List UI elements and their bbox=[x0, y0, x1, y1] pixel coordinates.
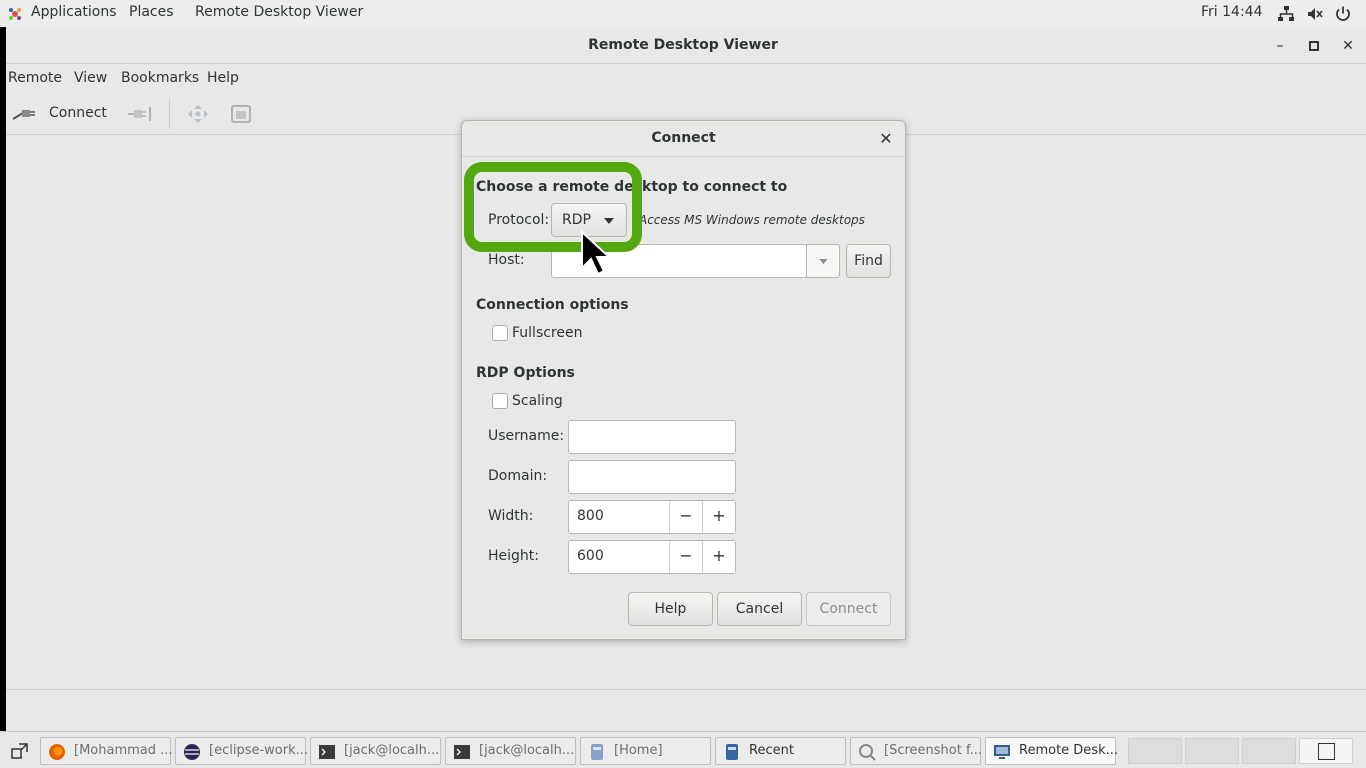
task-terminal-1[interactable]: [jack@localh... bbox=[310, 737, 441, 765]
width-spin[interactable]: 800 − + bbox=[568, 500, 736, 534]
highlight-box bbox=[464, 162, 642, 252]
mouse-cursor-icon bbox=[581, 230, 612, 276]
menu-bar: Remote View Bookmarks Help bbox=[6, 65, 1366, 93]
screenshot-icon bbox=[859, 744, 876, 761]
host-label: Host: bbox=[488, 252, 525, 268]
task-remote-desktop[interactable]: Remote Desk... bbox=[985, 737, 1118, 765]
protocol-description: Access MS Windows remote desktops bbox=[639, 213, 865, 227]
task-label: [Mohammad ... bbox=[74, 743, 173, 758]
fullscreen-label[interactable]: Fullscreen bbox=[512, 325, 582, 341]
dialog-header[interactable]: Connect ✕ bbox=[462, 121, 905, 157]
remote-desktop-icon bbox=[994, 745, 1010, 759]
terminal-icon bbox=[454, 745, 470, 759]
taskbar: [Mohammad ... [eclipse-work... [jack@loc… bbox=[0, 731, 1366, 768]
height-spin[interactable]: 600 − + bbox=[568, 540, 736, 574]
rdp-options-heading: RDP Options bbox=[476, 365, 575, 381]
applications-menu[interactable]: Applications bbox=[31, 4, 117, 20]
scaling-checkbox[interactable] bbox=[492, 393, 508, 409]
volume-muted-icon[interactable] bbox=[1306, 5, 1324, 23]
window-title: Remote Desktop Viewer bbox=[588, 37, 778, 53]
task-label: Recent bbox=[749, 743, 794, 758]
menu-help[interactable]: Help bbox=[207, 70, 239, 86]
close-icon[interactable]: ✕ bbox=[1338, 36, 1358, 56]
workspace-window-indicator bbox=[1318, 743, 1335, 760]
height-label: Height: bbox=[488, 548, 539, 564]
window-titlebar[interactable]: Remote Desktop Viewer – ✕ bbox=[6, 27, 1366, 64]
workspace-3[interactable] bbox=[1242, 738, 1296, 764]
task-terminal-2[interactable]: [jack@localh... bbox=[445, 737, 576, 765]
scaling-label[interactable]: Scaling bbox=[512, 393, 563, 409]
terminal-icon bbox=[319, 745, 335, 759]
connection-options-heading: Connection options bbox=[476, 297, 629, 313]
width-label: Width: bbox=[488, 508, 534, 524]
disconnect-icon bbox=[126, 103, 152, 125]
find-button[interactable]: Find bbox=[846, 244, 891, 278]
fullscreen-checkbox[interactable] bbox=[492, 325, 508, 341]
workspace-4[interactable] bbox=[1299, 738, 1353, 764]
cancel-button[interactable]: Cancel bbox=[717, 592, 802, 626]
file-manager-icon bbox=[726, 744, 738, 760]
show-desktop-icon[interactable] bbox=[11, 742, 29, 760]
workspace-1[interactable] bbox=[1128, 738, 1182, 764]
height-increment-button[interactable]: + bbox=[702, 541, 735, 573]
chevron-down-icon bbox=[819, 259, 828, 264]
applications-icon bbox=[9, 8, 21, 20]
menu-view[interactable]: View bbox=[74, 70, 107, 86]
minimize-button[interactable]: – bbox=[1270, 36, 1290, 56]
app-menu[interactable]: Remote Desktop Viewer bbox=[195, 4, 363, 20]
task-label: [eclipse-work... bbox=[209, 743, 309, 758]
connect-plug-icon[interactable] bbox=[11, 103, 37, 125]
maximize-button[interactable] bbox=[1304, 36, 1324, 56]
connect-toolbar-label[interactable]: Connect bbox=[49, 105, 107, 121]
task-home[interactable]: [Home] bbox=[580, 737, 711, 765]
task-label: [Screenshot f... bbox=[884, 743, 982, 758]
connect-button[interactable]: Connect bbox=[806, 592, 891, 626]
dialog-close-icon[interactable]: ✕ bbox=[876, 129, 896, 148]
network-icon[interactable] bbox=[1277, 5, 1295, 23]
host-history-dropdown[interactable] bbox=[806, 244, 840, 278]
username-input[interactable] bbox=[568, 420, 736, 454]
screenshot-icon bbox=[228, 103, 254, 125]
domain-input[interactable] bbox=[568, 460, 736, 494]
power-icon[interactable] bbox=[1334, 5, 1352, 23]
height-decrement-button[interactable]: − bbox=[669, 541, 702, 573]
dialog-title: Connect bbox=[651, 130, 716, 146]
task-screenshot[interactable]: [Screenshot f... bbox=[850, 737, 982, 765]
width-decrement-button[interactable]: − bbox=[669, 501, 702, 533]
task-label: [jack@localh... bbox=[479, 743, 575, 758]
clock[interactable]: Fri 14:44 bbox=[1201, 4, 1262, 20]
menu-bookmarks[interactable]: Bookmarks bbox=[121, 70, 199, 86]
top-panel: Applications Places Remote Desktop Viewe… bbox=[0, 0, 1366, 27]
menu-remote[interactable]: Remote bbox=[8, 70, 62, 86]
help-button[interactable]: Help bbox=[628, 592, 713, 626]
height-value[interactable]: 600 bbox=[577, 548, 604, 564]
task-label: [Home] bbox=[614, 743, 663, 758]
width-increment-button[interactable]: + bbox=[702, 501, 735, 533]
task-firefox[interactable]: [Mohammad ... bbox=[40, 737, 173, 765]
toolbar-separator bbox=[169, 99, 170, 129]
status-bar bbox=[6, 689, 1366, 731]
username-label: Username: bbox=[488, 428, 565, 444]
task-label: [jack@localh... bbox=[344, 743, 440, 758]
eclipse-icon bbox=[184, 744, 200, 760]
file-manager-icon bbox=[591, 744, 603, 760]
firefox-icon bbox=[49, 744, 65, 760]
task-recent[interactable]: Recent bbox=[715, 737, 846, 765]
workspace-2[interactable] bbox=[1185, 738, 1239, 764]
width-value[interactable]: 800 bbox=[577, 508, 604, 524]
places-menu[interactable]: Places bbox=[129, 4, 174, 20]
domain-label: Domain: bbox=[488, 468, 548, 484]
fullscreen-icon bbox=[185, 103, 211, 125]
task-label: Remote Desk... bbox=[1019, 743, 1118, 758]
task-eclipse[interactable]: [eclipse-work... bbox=[175, 737, 309, 765]
